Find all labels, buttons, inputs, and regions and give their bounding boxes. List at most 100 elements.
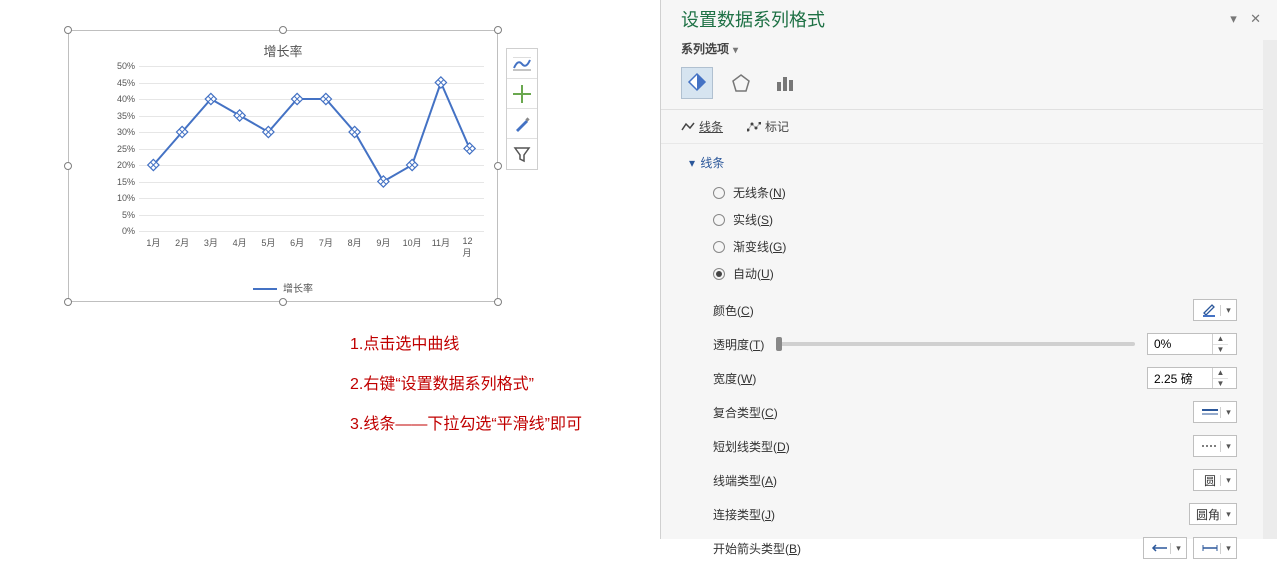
cap-type-dropdown[interactable]: 圆 ▾ (1193, 469, 1237, 491)
resize-handle[interactable] (64, 26, 72, 34)
prop-transparency: 透明度(T) ▲▼ (713, 327, 1257, 361)
chart-filter-button[interactable] (507, 139, 537, 169)
x-tick-label: 5月 (261, 236, 275, 249)
chart-styles-button[interactable] (507, 79, 537, 109)
line-marker-tabs: 线条 标记 (661, 110, 1277, 144)
spin-down[interactable]: ▼ (1213, 379, 1228, 389)
effects-tab[interactable] (725, 67, 757, 99)
chart-elements-button[interactable] (507, 49, 537, 79)
x-axis-labels: 1月2月3月4月5月6月7月8月9月10月11月12月 (139, 236, 484, 250)
pane-options-dropdown[interactable]: ▾ (1230, 11, 1237, 26)
y-tick-label: 30% (117, 127, 135, 137)
marker-icon (747, 122, 761, 132)
chevron-down-icon: ▾ (1220, 509, 1236, 520)
transparency-slider[interactable] (776, 342, 1135, 346)
pane-title: 设置数据系列格式 (681, 6, 825, 32)
prop-join: 连接类型(J) 圆角 ▾ (713, 497, 1257, 531)
section-header-line-label: 线条 (700, 156, 724, 170)
compound-type-dropdown[interactable]: ▾ (1193, 401, 1237, 423)
prop-begin-arrow: 开始箭头类型(B) ▾ ▾ (713, 531, 1257, 565)
scrollbar[interactable] (1263, 40, 1277, 539)
series-options-dropdown[interactable]: 系列选项 ▾ (661, 36, 1277, 63)
chart-container[interactable]: 增长率 0%5%10%15%20%25%30%35%40%45%50% 1月2月… (68, 30, 498, 302)
x-tick-label: 2月 (175, 236, 189, 249)
resize-handle[interactable] (279, 26, 287, 34)
resize-handle[interactable] (64, 162, 72, 170)
transparency-spinner[interactable]: ▲▼ (1147, 333, 1237, 355)
chevron-down-icon: ▾ (1220, 475, 1236, 486)
annotation-step1: 1.点击选中曲线 (350, 330, 459, 354)
dash-icon (1200, 443, 1220, 449)
annotation-step2: 2.右键“设置数据系列格式” (350, 370, 534, 394)
cap-type-value: 圆 (1200, 472, 1220, 489)
sub-tab-line-label: 线条 (699, 118, 723, 135)
y-tick-label: 10% (117, 193, 135, 203)
radio-auto-line[interactable]: 自动(U) (713, 260, 1257, 287)
sub-tab-marker-label: 标记 (765, 118, 789, 135)
y-tick-label: 0% (122, 226, 135, 236)
y-tick-label: 5% (122, 210, 135, 220)
legend-label: 增长率 (283, 284, 313, 295)
y-tick-label: 35% (117, 111, 135, 121)
resize-handle[interactable] (494, 298, 502, 306)
chevron-down-icon: ▾ (1220, 543, 1236, 554)
fill-and-line-tab[interactable] (681, 67, 713, 99)
join-type-value: 圆角 (1196, 506, 1220, 523)
y-tick-label: 20% (117, 160, 135, 170)
prop-cap: 线端类型(A) 圆 ▾ (713, 463, 1257, 497)
x-tick-label: 6月 (290, 236, 304, 249)
transparency-input[interactable] (1148, 334, 1212, 354)
x-tick-label: 4月 (233, 236, 247, 249)
resize-handle[interactable] (494, 162, 502, 170)
chevron-down-icon: ▾ (1220, 441, 1236, 452)
spin-down[interactable]: ▼ (1213, 345, 1228, 355)
chevron-down-icon: ▾ (1220, 305, 1236, 316)
legend-swatch (253, 288, 277, 290)
plot-area[interactable]: 0%5%10%15%20%25%30%35%40%45%50% 1月2月3月4月… (109, 66, 484, 261)
spin-up[interactable]: ▲ (1213, 334, 1228, 345)
chart-legend[interactable]: 增长率 (69, 280, 497, 295)
chevron-down-icon: ▾ (1220, 407, 1236, 418)
width-input[interactable] (1148, 368, 1212, 388)
resize-handle[interactable] (64, 298, 72, 306)
y-tick-label: 15% (117, 177, 135, 187)
series-options-tab[interactable] (769, 67, 801, 99)
x-tick-label: 7月 (319, 236, 333, 249)
chart-brush-button[interactable] (507, 109, 537, 139)
y-axis-labels: 0%5%10%15%20%25%30%35%40%45%50% (109, 66, 137, 261)
line-style-radio-group: 无线条(N) 实线(S) 渐变线(G) 自动(U) (689, 175, 1257, 289)
x-tick-label: 9月 (376, 236, 390, 249)
radio-no-line[interactable]: 无线条(N) (713, 179, 1257, 206)
chevron-down-icon: ▾ (733, 45, 738, 56)
radio-no-line-label: 无线条 (733, 186, 769, 200)
sub-tab-marker[interactable]: 标记 (747, 118, 789, 135)
resize-handle[interactable] (494, 26, 502, 34)
series-options-label: 系列选项 (681, 42, 729, 56)
x-tick-label: 10月 (403, 236, 422, 249)
begin-arrow-dropdown[interactable]: ▾ (1143, 537, 1187, 559)
y-tick-label: 50% (117, 61, 135, 71)
chart-title[interactable]: 增长率 (69, 31, 497, 60)
dash-type-dropdown[interactable]: ▾ (1193, 435, 1237, 457)
color-picker-dropdown[interactable]: ▾ (1193, 299, 1237, 321)
begin-arrow-size-dropdown[interactable]: ▾ (1193, 537, 1237, 559)
spin-up[interactable]: ▲ (1213, 368, 1228, 379)
resize-handle[interactable] (279, 298, 287, 306)
radio-solid-line[interactable]: 实线(S) (713, 206, 1257, 233)
radio-icon (713, 187, 725, 199)
pane-close-button[interactable]: ✕ (1250, 11, 1261, 26)
annotation-step3: 3.线条——下拉勾选“平滑线”即可 (350, 410, 582, 434)
arrow-icon (1150, 544, 1170, 552)
section-header-line[interactable]: ▾ 线条 (689, 150, 1257, 175)
width-spinner[interactable]: ▲▼ (1147, 367, 1237, 389)
radio-gradient-line-label: 渐变线 (733, 240, 769, 254)
x-tick-label: 1月 (146, 236, 160, 249)
x-tick-label: 3月 (204, 236, 218, 249)
radio-gradient-line[interactable]: 渐变线(G) (713, 233, 1257, 260)
join-type-dropdown[interactable]: 圆角 ▾ (1189, 503, 1237, 525)
x-tick-label: 8月 (348, 236, 362, 249)
prop-color: 颜色(C) ▾ (713, 293, 1257, 327)
prop-compound: 复合类型(C) ▾ (713, 395, 1257, 429)
sub-tab-line[interactable]: 线条 (681, 118, 723, 135)
chart-series[interactable] (139, 66, 484, 231)
